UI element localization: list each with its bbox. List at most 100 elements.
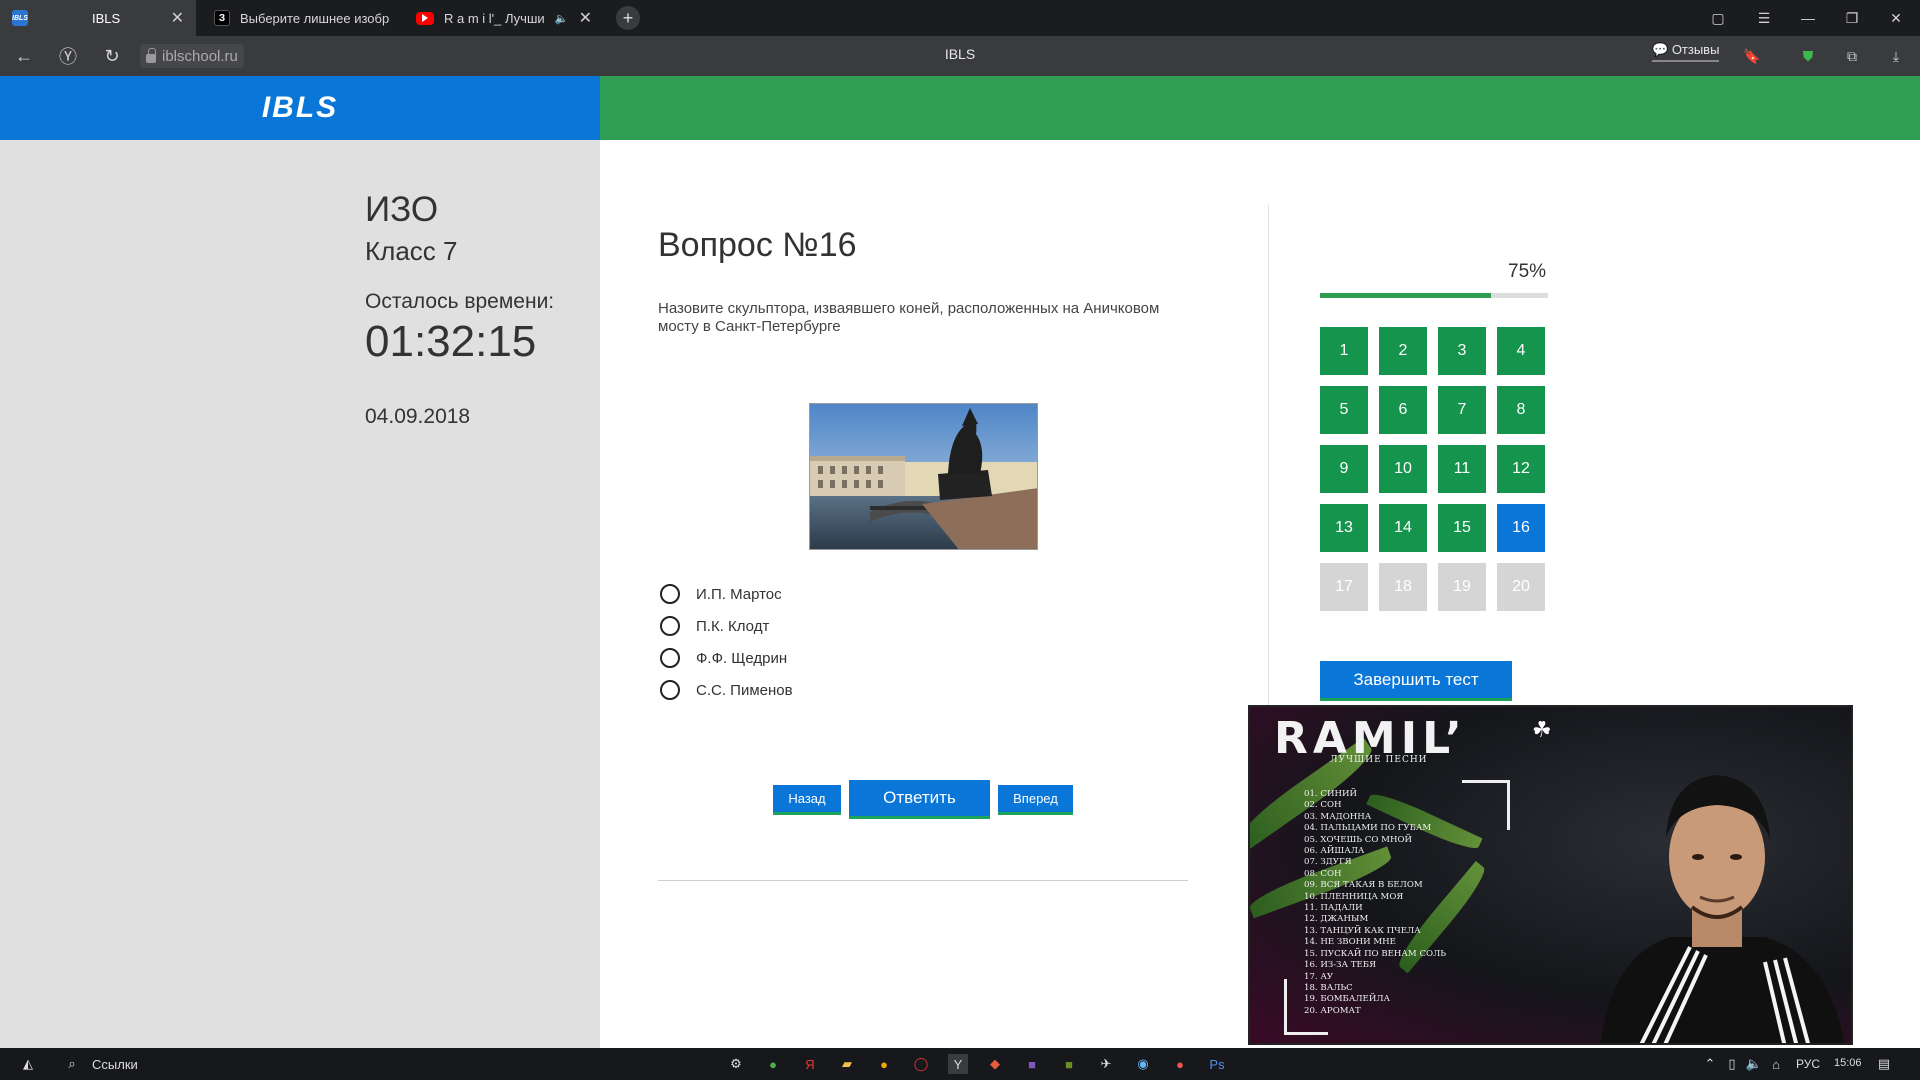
track-item: 05. ХОЧЕШЬ СО МНОЙ [1304, 834, 1412, 845]
ibls-favicon-icon: IBLS [12, 10, 28, 26]
tab-youtube[interactable]: R a m i l'_ Лучшие г 🔈 ✕ [404, 0, 604, 36]
track-item: 13. ТАНЦУЙ КАК ПЧЕЛА [1304, 925, 1421, 936]
app-icon[interactable]: ● [763, 1054, 783, 1074]
battery-icon[interactable]: ▯ [1722, 1054, 1742, 1074]
question-nav-6[interactable]: 6 [1379, 386, 1427, 434]
track-item: 06. АЙШАЛА [1304, 846, 1365, 857]
question-nav-4[interactable]: 4 [1497, 327, 1545, 375]
answer-option-4[interactable]: С.С. Пименов [660, 680, 793, 700]
chevron-up-icon[interactable]: ⌃ [1700, 1054, 1720, 1074]
new-tab-button[interactable]: + [616, 6, 640, 30]
steam-icon[interactable]: ◉ [1133, 1054, 1153, 1074]
question-nav-5[interactable]: 5 [1320, 386, 1368, 434]
yandex-browser-icon[interactable]: Y [948, 1054, 968, 1074]
volume-icon[interactable]: 🔈 [1744, 1054, 1764, 1074]
restore-button[interactable]: ❐ [1830, 0, 1874, 36]
question-nav-16[interactable]: 16 [1497, 504, 1545, 552]
opera-icon[interactable]: ◯ [911, 1054, 931, 1074]
track-item: 16. ИЗ-ЗА ТЕБЯ [1304, 960, 1377, 971]
answer-button[interactable]: Ответить [849, 780, 990, 819]
minimize-button[interactable]: — [1786, 0, 1830, 36]
track-item: 12. ДЖАНЫМ [1304, 914, 1369, 925]
minecraft-icon[interactable]: ■ [1059, 1054, 1079, 1074]
progress-bar [1320, 293, 1548, 298]
question-nav-3[interactable]: 3 [1438, 327, 1486, 375]
forward-button[interactable]: Вперед [998, 785, 1073, 815]
airplane-icon[interactable]: ✈ [1096, 1054, 1116, 1074]
download-icon[interactable]: ⤓ [1886, 46, 1906, 66]
question-nav-8[interactable]: 8 [1497, 386, 1545, 434]
bookmarks-panel-icon[interactable]: ▢ [1696, 0, 1740, 36]
track-item: 14. НЕ ЗВОНИ МНЕ [1304, 937, 1396, 948]
browser-tab-bar: IBLS IBLS ✕ З Выберите лишнее изобр R a … [0, 0, 1920, 36]
question-nav-14[interactable]: 14 [1379, 504, 1427, 552]
track-item: 19. БОМБАЛЕЙЛА [1304, 994, 1391, 1005]
question-nav-19[interactable]: 19 [1438, 563, 1486, 611]
question-nav-17[interactable]: 17 [1320, 563, 1368, 611]
question-nav-18[interactable]: 18 [1379, 563, 1427, 611]
track-item: 09. ВСЯ ТАКАЯ В БЕЛОМ [1304, 880, 1423, 891]
notification-icon[interactable]: ▤ [1874, 1054, 1894, 1074]
settings-icon[interactable]: ⚙ [726, 1054, 746, 1074]
language-indicator[interactable]: РУС [1796, 1057, 1820, 1071]
radio-button[interactable] [660, 680, 680, 700]
folder-icon[interactable]: ▰ [837, 1054, 857, 1074]
search-icon[interactable]: ⌕ [62, 1054, 82, 1074]
menu-icon[interactable]: ☰ [1742, 0, 1786, 36]
speaker-icon[interactable]: 🔈 [555, 12, 569, 25]
track-item: 18. ВАЛЬС [1304, 982, 1353, 993]
clock[interactable]: 15:06 [1834, 1057, 1862, 1069]
zen-favicon-icon: З [214, 10, 230, 26]
tracklist: 01. СИНИЙ 02. СОН 03. МАДОННА 04. ПАЛЬЦАМИ … [1304, 789, 1446, 1017]
tab-ibls[interactable]: IBLS IBLS ✕ [0, 0, 196, 36]
picture-in-picture-video[interactable]: ☘ RAMIL’ ЛУЧШИЕ ПЕСНИ 01. СИНИЙ 02. СОН 03… [1248, 705, 1853, 1045]
test-date: 04.09.2018 [365, 405, 471, 428]
progress-label: 75% [1508, 261, 1547, 282]
yandex-app-icon[interactable]: Я [800, 1054, 820, 1074]
radio-button[interactable] [660, 648, 680, 668]
time-remaining-label: Осталось времени: [365, 290, 555, 313]
app-icon[interactable]: ● [1170, 1054, 1190, 1074]
divider [658, 880, 1188, 881]
track-item: 20. АРОМАТ [1304, 1005, 1361, 1016]
answer-option-2[interactable]: П.К. Клодт [660, 616, 769, 636]
links-toolbar[interactable]: Ссылки [92, 1057, 138, 1072]
photoshop-icon[interactable]: Ps [1207, 1054, 1227, 1074]
anichkov-bridge-photo [810, 404, 1037, 549]
youtube-favicon-icon [416, 11, 434, 25]
start-icon[interactable]: ◭ [18, 1054, 38, 1074]
question-nav-20[interactable]: 20 [1497, 563, 1545, 611]
app-icon[interactable]: ■ [1022, 1054, 1042, 1074]
question-nav-9[interactable]: 9 [1320, 445, 1368, 493]
question-nav-13[interactable]: 13 [1320, 504, 1368, 552]
question-nav-7[interactable]: 7 [1438, 386, 1486, 434]
site-logo[interactable]: IBLS [262, 91, 338, 125]
finish-test-button[interactable]: Завершить тест [1320, 661, 1512, 701]
extensions-icon[interactable]: ⧉ [1842, 46, 1862, 66]
shield-icon[interactable]: ⛊ [1798, 46, 1818, 66]
feedback-button[interactable]: 💬 Отзывы [1652, 42, 1720, 62]
close-icon[interactable]: ✕ [579, 8, 592, 28]
question-nav-1[interactable]: 1 [1320, 327, 1368, 375]
back-button[interactable]: Назад [773, 785, 841, 815]
answer-option-1[interactable]: И.П. Мартос [660, 584, 782, 604]
question-nav-2[interactable]: 2 [1379, 327, 1427, 375]
network-icon[interactable]: ⌂ [1766, 1054, 1786, 1074]
sidebar [0, 140, 600, 1048]
bookmark-icon[interactable]: 🔖 [1742, 46, 1762, 66]
close-window-button[interactable]: ✕ [1874, 0, 1918, 36]
radio-button[interactable] [660, 584, 680, 604]
answer-option-3[interactable]: Ф.Ф. Щедрин [660, 648, 787, 668]
app-icon[interactable]: ● [874, 1054, 894, 1074]
question-nav-11[interactable]: 11 [1438, 445, 1486, 493]
question-nav-15[interactable]: 15 [1438, 504, 1486, 552]
header-bar [600, 76, 1920, 140]
app-icon[interactable]: ◆ [985, 1054, 1005, 1074]
track-item: 08. СОН [1304, 868, 1342, 879]
close-icon[interactable]: ✕ [171, 8, 184, 28]
radio-button[interactable] [660, 616, 680, 636]
tab-zen[interactable]: З Выберите лишнее изобр [202, 0, 402, 36]
question-nav-10[interactable]: 10 [1379, 445, 1427, 493]
question-nav-12[interactable]: 12 [1497, 445, 1545, 493]
tab-title: Выберите лишнее изобр [240, 10, 390, 26]
